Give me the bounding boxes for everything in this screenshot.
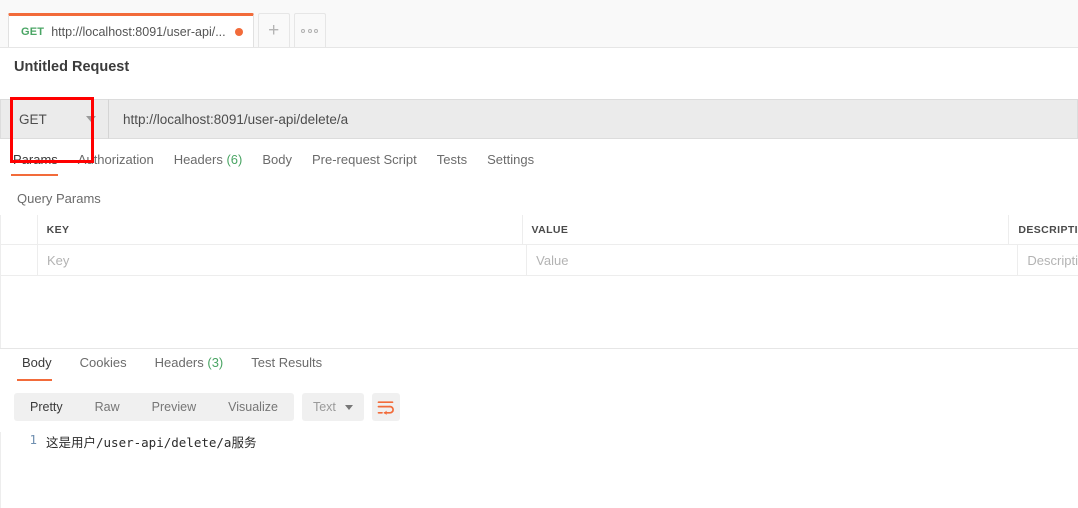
- method-dropdown[interactable]: GET: [0, 99, 108, 139]
- tab-params[interactable]: Params: [11, 152, 78, 176]
- view-mode-group: Pretty Raw Preview Visualize: [14, 393, 294, 421]
- plus-icon: +: [268, 20, 280, 41]
- url-bar: GET http://localhost:8091/user-api/delet…: [0, 99, 1078, 139]
- url-value: http://localhost:8091/user-api/delete/a: [123, 111, 349, 127]
- tab-settings[interactable]: Settings: [487, 152, 554, 176]
- tab-headers[interactable]: Headers (6): [174, 152, 263, 176]
- header-cell-value: VALUE: [523, 215, 1010, 244]
- tab-options-button[interactable]: [293, 13, 326, 47]
- view-mode-pretty[interactable]: Pretty: [14, 400, 79, 414]
- response-tab-headers[interactable]: Headers (3): [141, 355, 238, 381]
- response-tab-test-results-label: Test Results: [251, 355, 323, 370]
- request-tabs: Params Authorization Headers (6) Body Pr…: [0, 152, 1078, 181]
- pane-divider[interactable]: [0, 348, 1078, 349]
- row-key-input[interactable]: Key: [38, 245, 528, 275]
- response-tab-cookies-label: Cookies: [79, 355, 127, 370]
- table-header-row: KEY VALUE DESCRIPTI: [0, 215, 1078, 245]
- row-checkbox-cell[interactable]: [0, 245, 38, 275]
- response-tab-body-label: Body: [22, 355, 52, 370]
- header-cell-key: KEY: [38, 215, 523, 244]
- tab-pre-request-script-label: Pre-request Script: [311, 152, 417, 167]
- view-mode-preview[interactable]: Preview: [136, 400, 212, 414]
- header-cell-checkbox: [0, 215, 38, 244]
- tab-strip-inner: GET http://localhost:8091/user-api/... +: [0, 0, 326, 47]
- view-mode-raw[interactable]: Raw: [79, 400, 136, 414]
- method-label: GET: [19, 111, 47, 127]
- format-label: Text: [312, 400, 336, 414]
- code-line: 1 这是用户/user-api/delete/a服务: [0, 432, 1078, 451]
- response-tab-headers-label: Headers: [154, 355, 204, 370]
- line-number: 1: [29, 432, 37, 447]
- header-cell-description: DESCRIPTI: [1018, 223, 1078, 236]
- response-tabs: Body Cookies Headers (3) Test Results: [0, 355, 1078, 381]
- tab-tests[interactable]: Tests: [437, 152, 487, 176]
- page-title: Untitled Request: [14, 59, 130, 75]
- tab-headers-count: (6): [226, 152, 243, 167]
- tab-body-label: Body: [262, 152, 292, 167]
- query-params-label: Query Params: [17, 191, 101, 206]
- response-tab-body[interactable]: Body: [8, 355, 66, 381]
- response-body-content[interactable]: 1 这是用户/user-api/delete/a服务: [0, 432, 1078, 451]
- response-tab-headers-count: (3): [207, 355, 224, 370]
- format-dropdown[interactable]: Text: [301, 393, 364, 421]
- url-input[interactable]: http://localhost:8091/user-api/delete/a: [108, 99, 1078, 139]
- request-tab-strip: GET http://localhost:8091/user-api/... +: [0, 0, 1078, 48]
- chevron-down-icon: [344, 404, 353, 410]
- row-description-input[interactable]: Descripti: [1018, 245, 1078, 275]
- request-tab-active[interactable]: GET http://localhost:8091/user-api/...: [8, 13, 254, 47]
- tab-pre-request-script[interactable]: Pre-request Script: [312, 152, 437, 176]
- tab-url-label: http://localhost:8091/user-api/...: [51, 24, 226, 39]
- tab-params-label: Params: [13, 152, 58, 167]
- postman-window: GET http://localhost:8091/user-api/... +…: [0, 0, 1078, 508]
- unsaved-dot-icon: [234, 27, 243, 36]
- wrap-text-button[interactable]: [371, 393, 400, 421]
- tab-tests-label: Tests: [436, 152, 468, 167]
- new-tab-button[interactable]: +: [257, 13, 290, 47]
- response-tab-test-results[interactable]: Test Results: [237, 355, 336, 381]
- response-tab-cookies[interactable]: Cookies: [66, 355, 141, 381]
- tab-authorization-label: Authorization: [77, 152, 154, 167]
- tab-method-label: GET: [21, 25, 45, 38]
- response-body-toolbar: Pretty Raw Preview Visualize Text: [14, 393, 400, 421]
- row-value-input[interactable]: Value: [527, 245, 1019, 275]
- tab-headers-label: Headers: [173, 152, 223, 167]
- tab-settings-label: Settings: [487, 152, 535, 167]
- more-options-icon: [301, 28, 319, 33]
- wrap-text-icon: [378, 400, 395, 415]
- view-mode-visualize[interactable]: Visualize: [212, 400, 294, 414]
- tab-body[interactable]: Body: [262, 152, 312, 176]
- table-row[interactable]: Key Value Descripti: [0, 245, 1078, 276]
- line-text: 这是用户/user-api/delete/a服务: [46, 435, 257, 450]
- query-params-table: KEY VALUE DESCRIPTI Key Value Descripti: [0, 215, 1078, 276]
- tab-authorization[interactable]: Authorization: [78, 152, 174, 176]
- chevron-down-icon: [86, 116, 96, 122]
